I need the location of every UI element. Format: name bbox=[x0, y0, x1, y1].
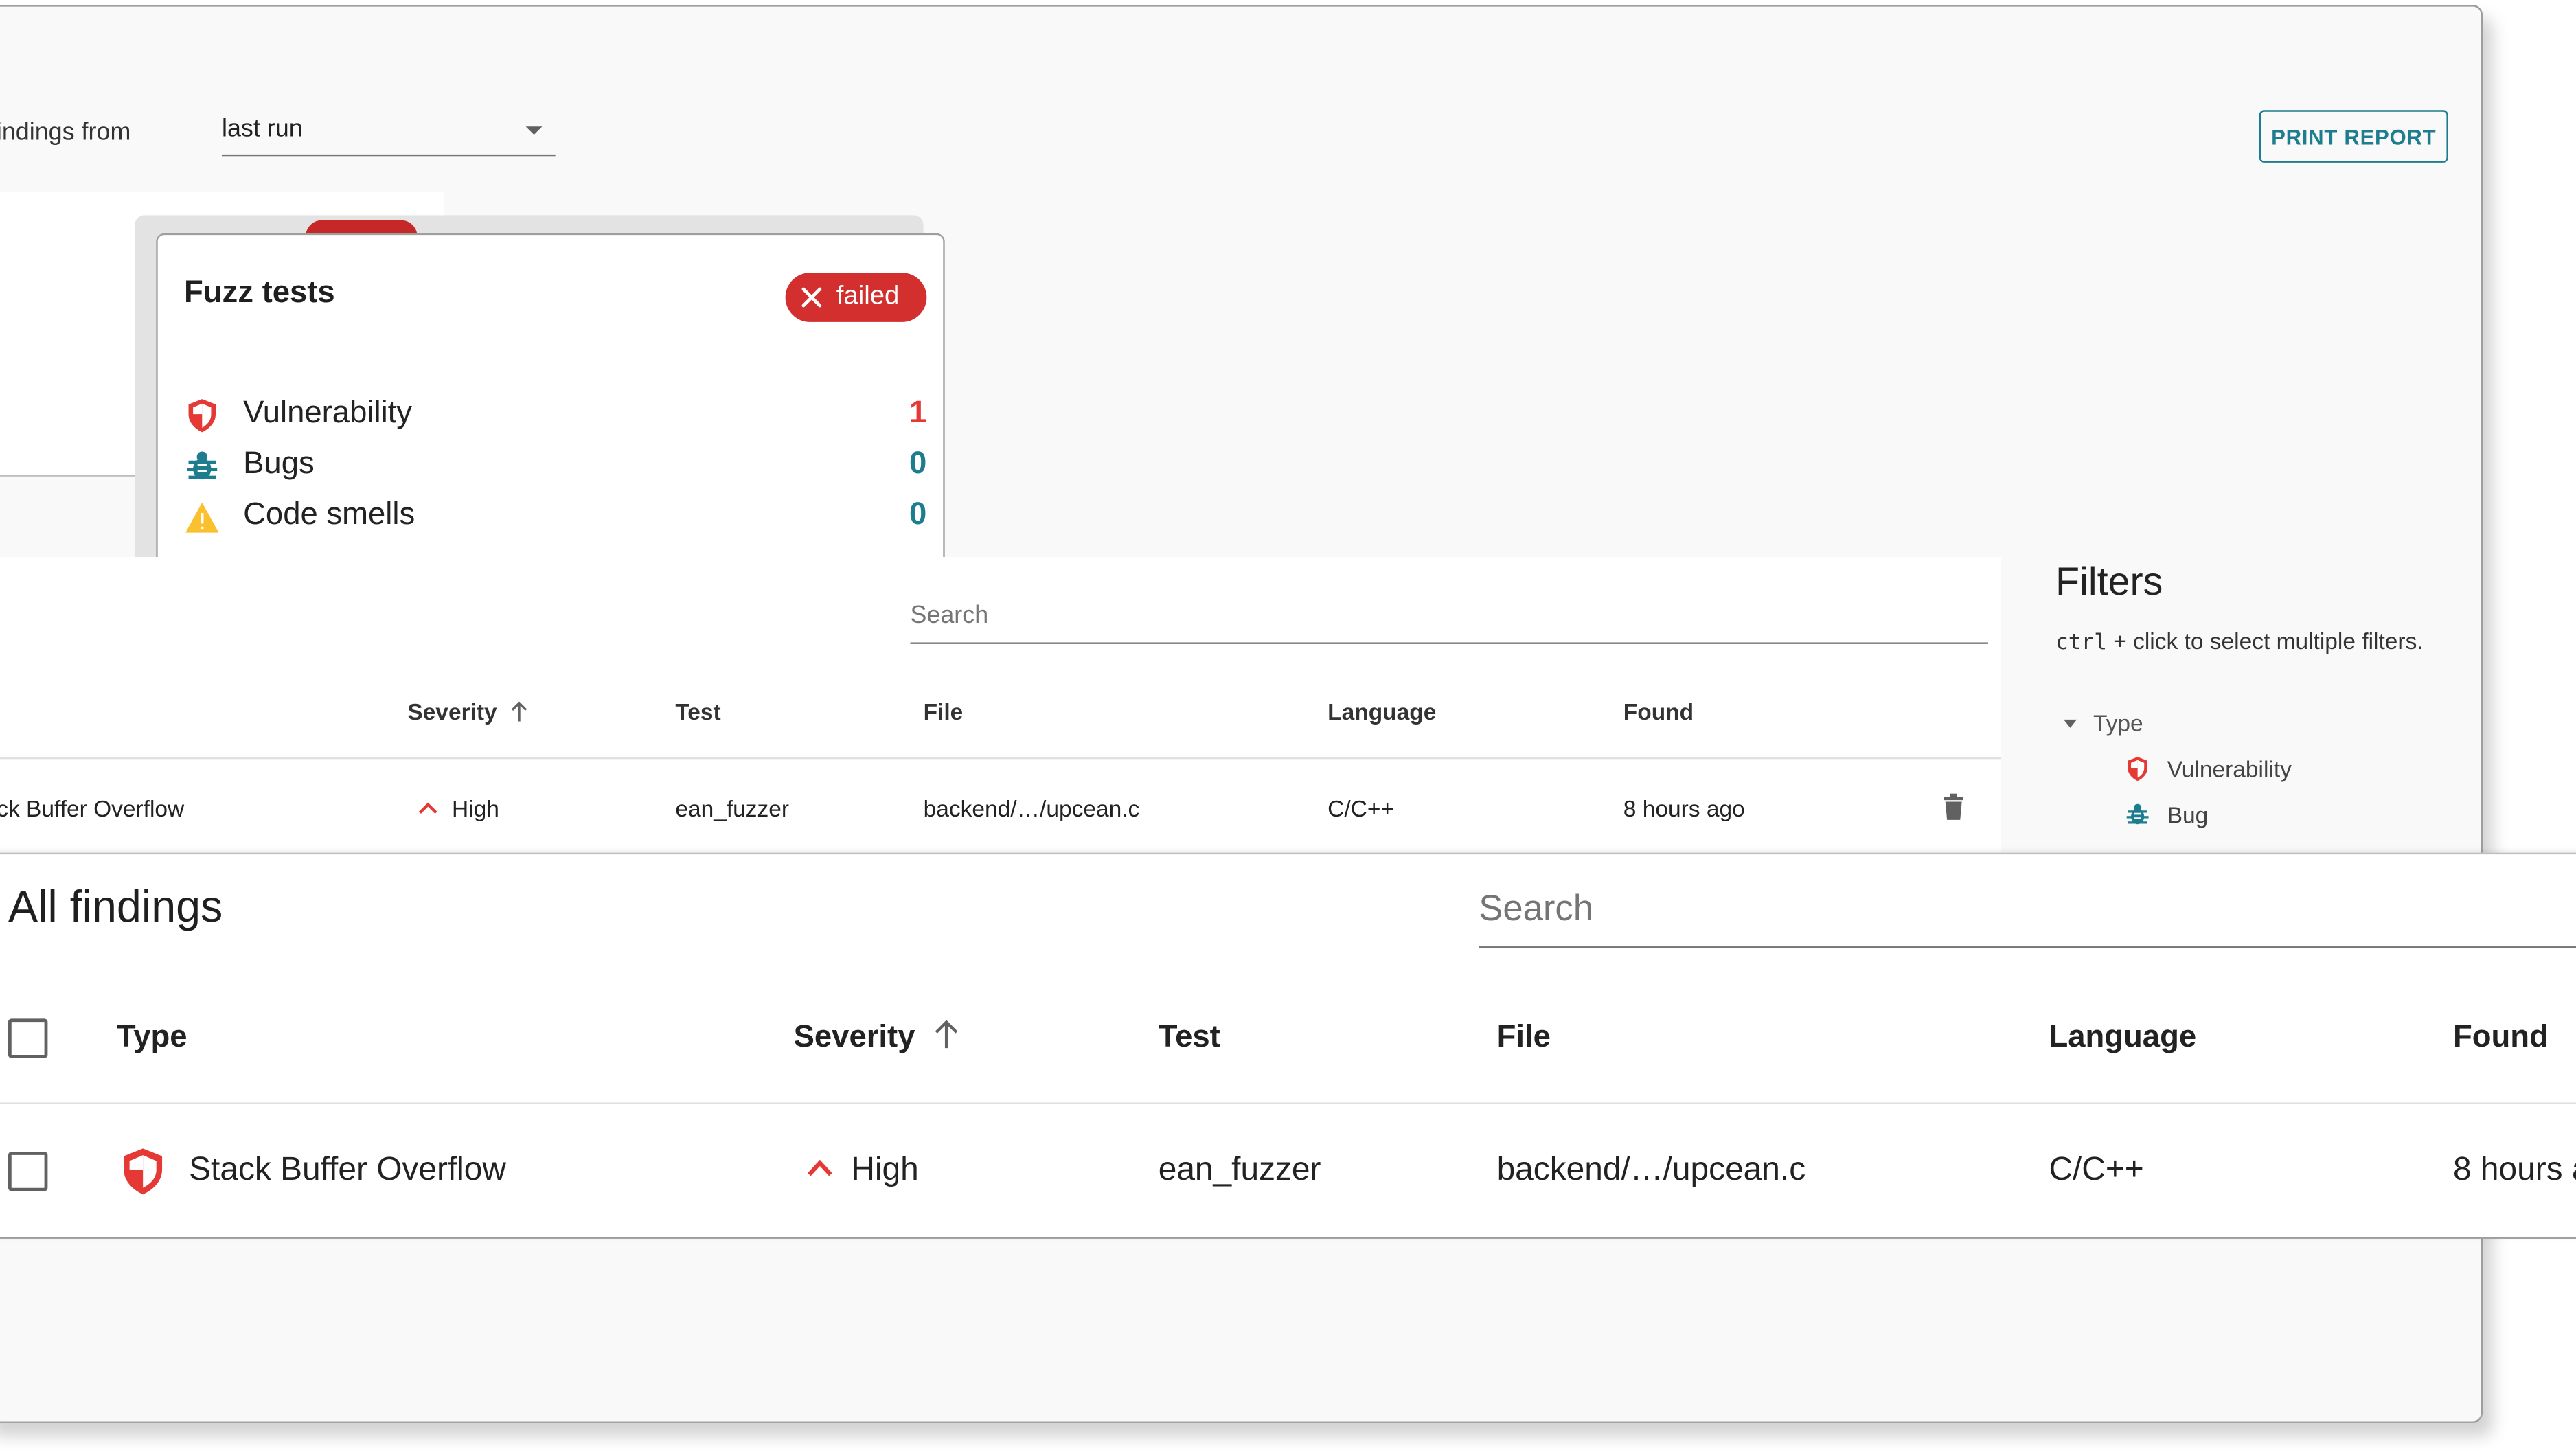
row-checkbox[interactable] bbox=[8, 1152, 48, 1191]
shield-icon bbox=[2128, 757, 2147, 781]
column-header-severity[interactable]: Severity bbox=[407, 698, 529, 724]
filter-item-label: Vulnerability bbox=[2167, 755, 2292, 782]
cell-test: ean_fuzzer bbox=[1158, 1152, 1321, 1188]
stat-count: 0 bbox=[909, 497, 927, 533]
run-select[interactable]: last run bbox=[221, 112, 556, 157]
column-header-type[interactable]: Type bbox=[117, 1020, 187, 1057]
screen: ving findings from last run PRINT REPORT… bbox=[0, 0, 2576, 1449]
search-placeholder: Search bbox=[1479, 887, 1594, 928]
column-header-found[interactable]: Found bbox=[2453, 1020, 2549, 1057]
cell-type: ck Buffer Overflow bbox=[0, 795, 185, 822]
shield-icon bbox=[124, 1148, 163, 1195]
failed-status-chip: failed bbox=[785, 273, 927, 322]
filter-group-type[interactable]: Type bbox=[2063, 709, 2143, 736]
chevron-down-icon bbox=[2063, 719, 2077, 728]
cell-file[interactable]: backend/…/upcean.c bbox=[924, 795, 1140, 821]
cell-severity: High bbox=[418, 795, 499, 821]
filters-hint-key: ctrl bbox=[2055, 630, 2107, 656]
divider bbox=[0, 1102, 2576, 1104]
bug-icon bbox=[187, 451, 218, 480]
stat-label: Bugs bbox=[243, 446, 315, 482]
fuzz-tests-popup: Fuzz tests failed Vulnerability 1 Bugs 0… bbox=[156, 233, 945, 589]
filter-item-label: Bug bbox=[2167, 801, 2209, 828]
cell-found: 8 hours ago bbox=[2453, 1152, 2576, 1188]
shield-icon bbox=[188, 399, 216, 433]
column-header-label: Severity bbox=[407, 698, 497, 725]
bug-icon bbox=[2126, 803, 2149, 825]
stat-count: 1 bbox=[909, 396, 927, 431]
all-findings-panel: All findings Search Type Severity Test F… bbox=[0, 852, 2576, 1239]
print-report-button[interactable]: PRINT REPORT bbox=[2259, 110, 2448, 163]
column-header-test[interactable]: Test bbox=[1159, 1020, 1220, 1057]
filters-title: Filters bbox=[2055, 560, 2163, 605]
delete-icon[interactable] bbox=[1942, 793, 1965, 822]
popup-title: Fuzz tests bbox=[183, 275, 335, 311]
cell-severity: High bbox=[805, 1152, 919, 1189]
stat-label: Code smells bbox=[243, 497, 415, 533]
chevron-up-icon bbox=[418, 802, 437, 814]
stat-row-vulnerability: Vulnerability 1 bbox=[184, 394, 926, 437]
divider bbox=[0, 757, 2002, 760]
cell-language: C/C++ bbox=[2049, 1152, 2144, 1188]
filter-item-bug[interactable]: Bug bbox=[2125, 801, 2209, 828]
stat-row-bugs: Bugs 0 bbox=[184, 445, 926, 488]
column-header-file[interactable]: File bbox=[1497, 1020, 1551, 1057]
run-filter-label: ving findings from bbox=[0, 118, 131, 146]
column-header-label: Severity bbox=[793, 1020, 915, 1055]
close-icon bbox=[801, 287, 822, 308]
severity-label: High bbox=[851, 1152, 919, 1188]
filters-hint-text: + click to select multiple filters. bbox=[2106, 627, 2424, 654]
severity-label: High bbox=[451, 795, 499, 822]
stat-count: 0 bbox=[909, 446, 927, 482]
filter-group-label: Type bbox=[2093, 709, 2143, 736]
cell-language: C/C++ bbox=[1327, 795, 1394, 822]
stat-row-code-smells: Code smells 0 bbox=[184, 497, 926, 539]
search-placeholder: Search bbox=[910, 601, 989, 630]
column-header-language[interactable]: Language bbox=[1327, 698, 1436, 724]
cell-type[interactable]: Stack Buffer Overflow bbox=[189, 1152, 506, 1189]
search-input[interactable]: Search bbox=[910, 601, 1988, 644]
filter-item-vulnerability[interactable]: Vulnerability bbox=[2125, 756, 2292, 782]
chevron-up-icon bbox=[808, 1159, 832, 1176]
all-findings-title: All findings bbox=[8, 882, 223, 932]
warning-icon bbox=[185, 502, 219, 533]
column-header-found[interactable]: Found bbox=[1623, 698, 1694, 724]
stat-label: Vulnerability bbox=[243, 396, 413, 431]
column-header-language[interactable]: Language bbox=[2049, 1020, 2196, 1057]
column-header-file[interactable]: File bbox=[924, 698, 964, 724]
run-select-value: last run bbox=[221, 115, 303, 144]
filters-hint: ctrl + click to select multiple filters. bbox=[2055, 624, 2433, 661]
failed-status-label: failed bbox=[836, 282, 900, 311]
all-findings-search-input[interactable]: Search bbox=[1479, 887, 2576, 948]
column-header-test[interactable]: Test bbox=[675, 698, 720, 724]
select-all-checkbox[interactable] bbox=[8, 1018, 48, 1058]
column-header-severity[interactable]: Severity bbox=[794, 1020, 960, 1057]
sort-arrow-up-icon bbox=[935, 1020, 958, 1049]
cell-found: 8 hours ago bbox=[1623, 795, 1745, 822]
cell-file[interactable]: backend/…/upcean.c bbox=[1497, 1152, 1806, 1189]
sort-arrow-up-icon bbox=[512, 701, 528, 722]
chevron-down-icon bbox=[525, 126, 543, 135]
cell-test: ean_fuzzer bbox=[675, 795, 790, 822]
